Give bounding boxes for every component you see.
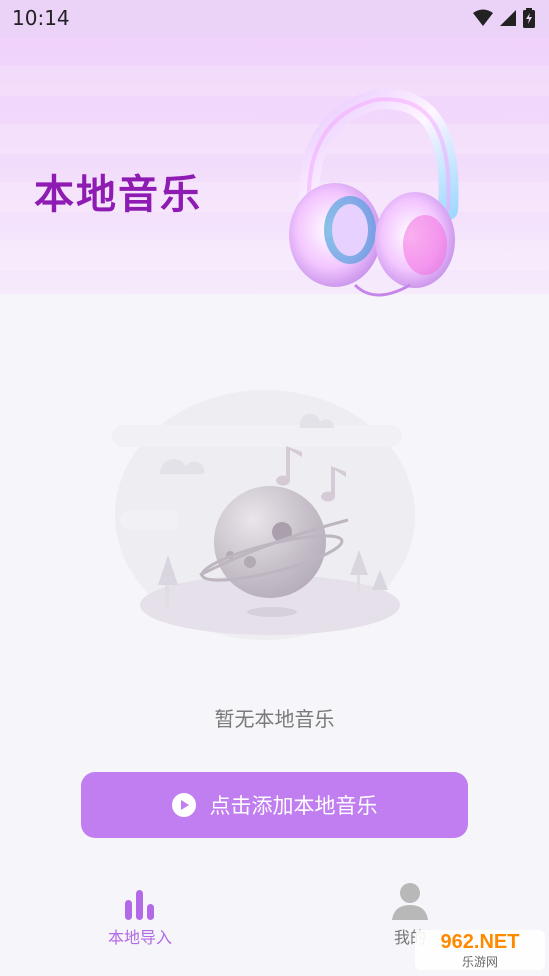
empty-illustration <box>112 390 415 640</box>
nav-item-local-import[interactable]: 本地导入 <box>95 884 185 948</box>
empty-state-text: 暂无本地音乐 <box>214 707 335 731</box>
add-button-label: 点击添加本地音乐 <box>209 794 378 818</box>
play-icon <box>171 793 196 817</box>
watermark: 962.NET 乐游网 <box>415 930 545 970</box>
nav-label-local-import: 本地导入 <box>107 928 172 947</box>
page-title: 本地音乐 <box>34 172 202 218</box>
battery-icon <box>523 8 535 28</box>
wifi-icon <box>473 9 493 26</box>
status-icons <box>473 8 535 28</box>
status-time: 10:14 <box>12 6 70 30</box>
watermark-logo: 962.NET <box>440 930 520 953</box>
watermark-subtitle: 乐游网 <box>461 954 498 969</box>
status-bar: 10:14 <box>0 0 549 38</box>
add-local-music-button[interactable]: 点击添加本地音乐 <box>81 772 468 838</box>
signal-icon <box>500 10 516 26</box>
headphones-icon <box>289 89 459 297</box>
bar-chart-icon <box>125 890 154 920</box>
user-icon <box>392 883 428 920</box>
